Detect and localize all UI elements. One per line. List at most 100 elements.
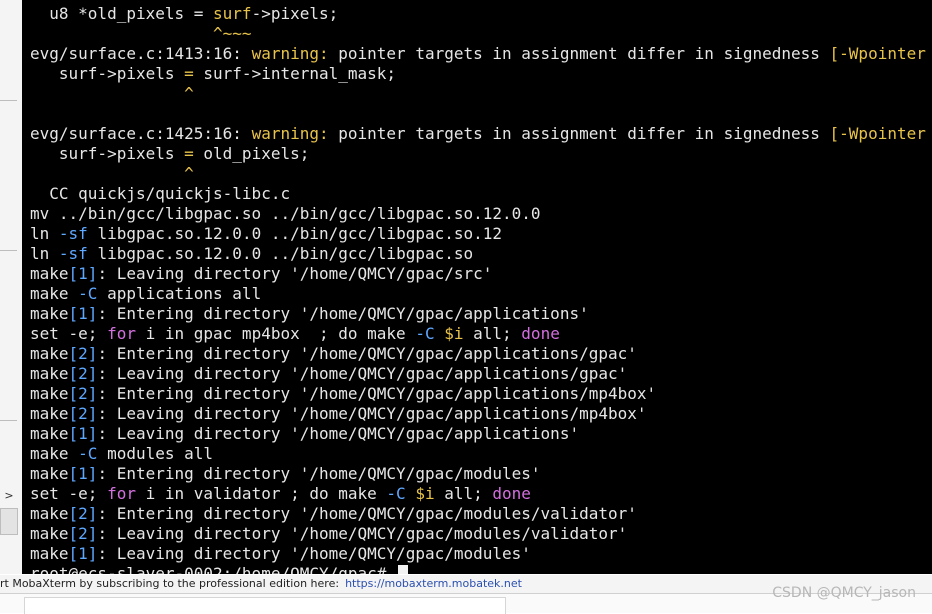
terminal-text: make [30,464,69,483]
terminal-text: [2] [68,524,98,543]
terminal-text: make [30,404,69,423]
sidebar-scroll-box[interactable] [0,508,18,535]
terminal-text: all; [434,484,493,503]
terminal-text: ^ [30,84,194,103]
terminal-text: [2] [68,504,98,523]
terminal-text: done [521,324,560,343]
promo-message: rt MobaXterm by subscribing to the profe… [0,575,522,593]
terminal-text: for [107,324,136,343]
terminal-text: applications all [97,284,262,303]
terminal-line: make[2]: Leaving directory '/home/QMCY/g… [30,404,647,424]
terminal-text: u8 *old_pixels = [30,4,214,23]
promo-text: rt MobaXterm by subscribing to the profe… [0,577,340,590]
terminal-text: make [30,524,69,543]
terminal-text: [1] [68,264,98,283]
terminal-line: evg/surface.c:1425:16: warning: pointer … [30,124,926,144]
terminal-line: ^~~~ [30,24,252,44]
terminal-line: make[2]: Leaving directory '/home/QMCY/g… [30,524,627,544]
terminal-text: make [30,344,69,363]
terminal-line: evg/surface.c:1413:16: warning: pointer … [30,44,926,64]
terminal-text: : Entering directory '/home/QMCY/gpac/ap… [97,344,637,363]
terminal-text: -sf [58,224,88,243]
terminal-text: libgpac.so.12.0.0 ../bin/gcc/libgpac.so [87,244,474,263]
terminal-text: : Leaving directory '/home/QMCY/gpac/app… [97,404,647,423]
terminal-text: ^ [30,164,194,183]
terminal-text: warning: [251,44,329,63]
terminal-line: ^ [30,84,194,104]
terminal-text: ln [30,244,59,263]
terminal-text: [-Wpointer [829,124,926,143]
terminal-text: [1] [68,304,98,323]
terminal-text: make [30,264,69,283]
terminal-line: make -C applications all [30,284,261,304]
terminal-line: make[1]: Leaving directory '/home/QMCY/g… [30,544,531,564]
terminal-text: root@ecs-slaver-0002:/home/QMCY/gpac# [30,564,397,574]
terminal-text: $i [415,484,435,503]
terminal-line: ln -sf libgpac.so.12.0.0 ../bin/gcc/libg… [30,244,473,264]
terminal-line: set -e; for i in gpac mp4box ; do make -… [30,324,560,344]
terminal-text: : Leaving directory '/home/QMCY/gpac/app… [97,364,628,383]
terminal-text: i in validator ; do make [135,484,387,503]
terminal-line: ^ [30,164,194,184]
terminal-line: mv ../bin/gcc/libgpac.so ../bin/gcc/libg… [30,204,541,224]
terminal-text: surf->pixels [30,144,185,163]
terminal-text: ->pixels; [251,4,339,23]
terminal-text: ^~~~ [30,24,252,43]
terminal-text: [1] [68,544,98,563]
terminal-text: [2] [68,344,98,363]
terminal-line: u8 *old_pixels = surf->pixels; [30,4,338,24]
terminal-text: -C [386,484,406,503]
terminal-text: pointer targets in assignment differ in … [328,124,830,143]
terminal-line: make[2]: Entering directory '/home/QMCY/… [30,384,656,404]
terminal-text: : Leaving directory '/home/QMCY/gpac/app… [97,424,580,443]
terminal-text: [2] [68,364,98,383]
terminal-line: make[1]: Leaving directory '/home/QMCY/g… [30,264,492,284]
terminal-text: make [30,424,69,443]
terminal-text: mv ../bin/gcc/libgpac.so ../bin/gcc/libg… [30,204,541,223]
terminal-text: [-Wpointer [829,44,926,63]
terminal-text: -C [415,324,435,343]
terminal-line: make[2]: Leaving directory '/home/QMCY/g… [30,364,627,384]
terminal-text: CC quickjs/quickjs-libc.c [30,184,291,203]
sidebar-divider [0,420,17,421]
terminal-text: make [30,384,69,403]
sidebar-divider [0,250,17,251]
terminal-text: done [492,484,531,503]
terminal-text: warning: [251,124,329,143]
terminal-line: surf->pixels = surf->internal_mask; [30,64,396,84]
terminal-line: set -e; for i in validator ; do make -C … [30,484,531,504]
terminal-text: ln [30,224,59,243]
terminal-text: modules all [97,444,214,463]
terminal-text: : Entering directory '/home/QMCY/gpac/mo… [97,464,541,483]
terminal-text: -sf [58,244,88,263]
terminal-text: make [30,544,69,563]
terminal-text: [2] [68,404,98,423]
terminal-text: set -e; [30,484,108,503]
terminal-text: make [30,444,79,463]
terminal-text: surf [213,4,252,23]
terminal-text: -C [78,284,98,303]
terminal-text: set -e; [30,324,108,343]
terminal-line: make[1]: Entering directory '/home/QMCY/… [30,304,589,324]
terminal-text: [1] [68,424,98,443]
terminal-text: $i [444,324,464,343]
terminal-line: ln -sf libgpac.so.12.0.0 ../bin/gcc/libg… [30,224,502,244]
terminal-text: old_pixels; [193,144,310,163]
bottom-tab[interactable] [24,597,506,614]
terminal-text: make [30,284,79,303]
terminal-text: surf->internal_mask; [193,64,397,83]
terminal-line: make[2]: Entering directory '/home/QMCY/… [30,504,637,524]
terminal-text: make [30,504,69,523]
terminal-text: -C [78,444,98,463]
terminal-line: root@ecs-slaver-0002:/home/QMCY/gpac# [30,564,409,574]
promo-link[interactable]: https://mobaxterm.mobatek.net [345,577,522,590]
terminal-output[interactable]: u8 *old_pixels = surf->pixels; ^~~~ evg/s… [22,0,932,574]
terminal-line: make[1]: Leaving directory '/home/QMCY/g… [30,424,579,444]
terminal-text: all; [463,324,522,343]
chevron-right-icon[interactable]: > [0,488,18,504]
terminal-text: evg/surface.c:1413:16: [30,44,252,63]
terminal-text: for [107,484,136,503]
terminal-text: evg/surface.c:1425:16: [30,124,252,143]
